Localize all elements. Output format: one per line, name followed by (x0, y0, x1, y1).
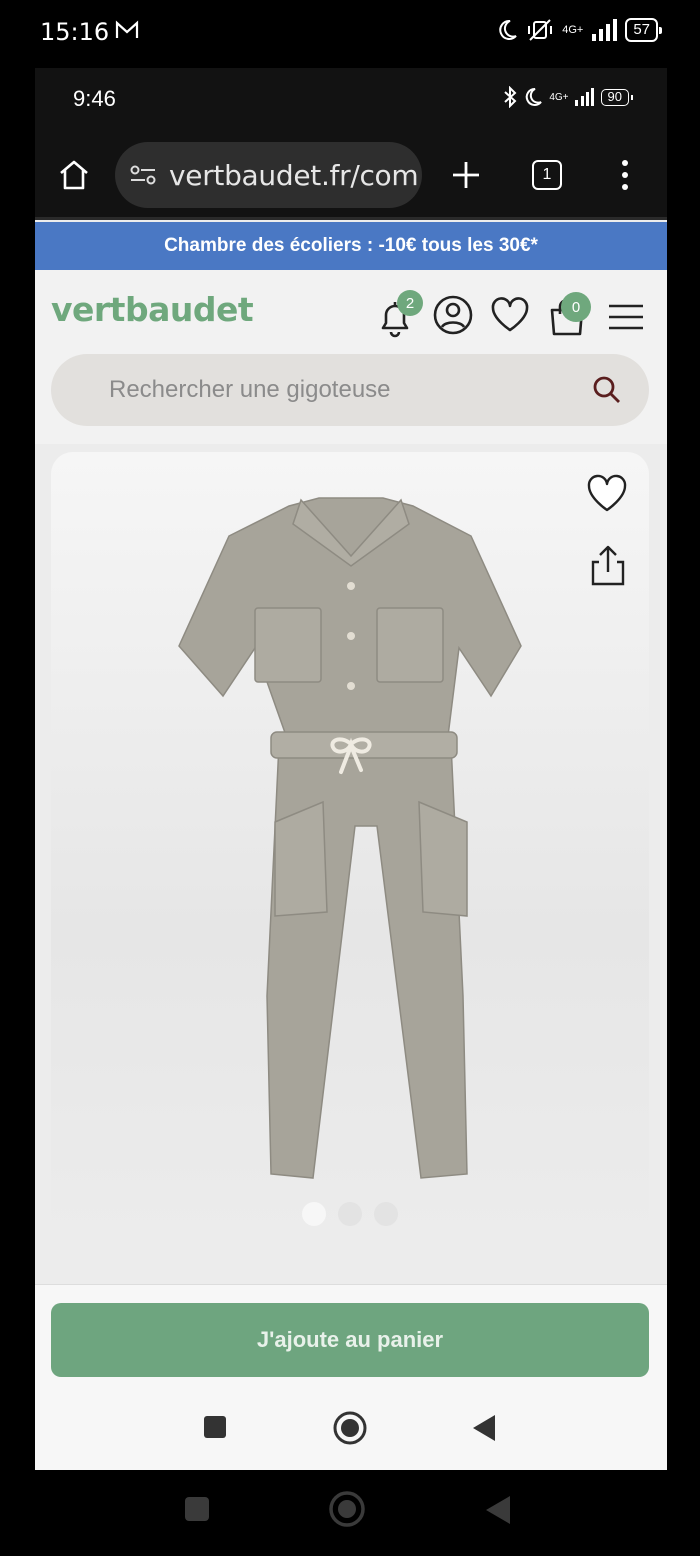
back-nav-icon[interactable] (471, 1413, 497, 1443)
outer-network-label: 4G+ (562, 24, 584, 36)
cart-button[interactable]: 0 (545, 290, 595, 342)
promo-text: Chambre des écoliers : -10€ tous les 30€… (164, 235, 538, 256)
share-icon[interactable] (589, 544, 627, 586)
site-settings-icon[interactable] (129, 163, 157, 187)
inner-battery-level: 90 (607, 89, 622, 104)
outer-nav-bar (0, 1472, 700, 1556)
bluetooth-icon (504, 86, 517, 108)
inner-time: 9:46 (73, 86, 116, 111)
moon-icon (499, 19, 517, 40)
carousel-dot-1[interactable] (302, 1202, 326, 1226)
inner-battery-icon: 90 (600, 88, 634, 106)
recents-icon[interactable] (203, 1415, 227, 1439)
screen-recording-frame: 9:46 4G+ 90 vertbaudet.fr/com 1 Chambre … (35, 68, 667, 1470)
cart-badge: 0 (561, 292, 591, 322)
back-nav-icon[interactable] (484, 1494, 512, 1526)
search-bar[interactable] (51, 354, 649, 426)
search-section (35, 348, 667, 444)
carousel-dot-2[interactable] (338, 1202, 362, 1226)
mail-icon (115, 20, 139, 38)
home-nav-icon[interactable] (328, 1490, 366, 1528)
search-icon[interactable] (591, 374, 623, 406)
favorite-heart-icon[interactable] (585, 472, 629, 516)
hamburger-menu-icon[interactable] (607, 302, 645, 332)
promo-banner[interactable]: Chambre des écoliers : -10€ tous les 30€… (35, 222, 667, 270)
product-image-carousel[interactable] (51, 452, 649, 1248)
recents-icon[interactable] (184, 1496, 210, 1522)
product-photo-jumpsuit (178, 497, 522, 1179)
notifications-badge: 2 (397, 290, 423, 316)
address-bar[interactable]: vertbaudet.fr/com (115, 142, 422, 208)
new-tab-icon[interactable] (449, 158, 483, 192)
notifications-button[interactable]: 2 (373, 290, 423, 342)
site-logo[interactable]: vertbaudet (51, 290, 254, 329)
inner-status-bar: 9:46 4G+ 90 (35, 68, 667, 130)
moon-icon (526, 87, 543, 106)
account-icon[interactable] (432, 294, 474, 336)
wishlist-heart-icon[interactable] (489, 296, 531, 334)
signal-icon (592, 19, 618, 41)
outer-status-bar: 15:16 4G+ 57 (0, 0, 700, 64)
inner-network-label: 4G+ (549, 91, 569, 103)
url-text: vertbaudet.fr/com (169, 158, 419, 192)
signal-icon (574, 88, 594, 106)
carousel-dot-3[interactable] (374, 1202, 398, 1226)
outer-battery-level: 57 (633, 21, 650, 38)
inner-nav-bar (35, 1397, 667, 1470)
carousel-pagination (51, 1202, 649, 1226)
tab-switcher-button[interactable]: 1 (532, 160, 562, 190)
outer-status-icons: 4G+ 57 (496, 18, 662, 42)
inner-status-icons: 4G+ 90 (503, 86, 634, 108)
outer-battery-icon: 57 (625, 18, 662, 42)
home-icon[interactable] (57, 158, 91, 192)
tab-count: 1 (542, 166, 552, 183)
home-nav-icon[interactable] (333, 1411, 367, 1445)
add-to-cart-button[interactable]: J'ajoute au panier (51, 1303, 649, 1377)
vibrate-off-icon (528, 19, 553, 41)
more-menu-icon[interactable] (617, 158, 633, 192)
search-input[interactable] (109, 376, 569, 404)
site-header: vertbaudet 2 0 (35, 270, 667, 348)
browser-toolbar: vertbaudet.fr/com 1 (35, 130, 667, 220)
sticky-footer: J'ajoute au panier (35, 1284, 667, 1470)
outer-time: 15:16 (40, 18, 110, 46)
